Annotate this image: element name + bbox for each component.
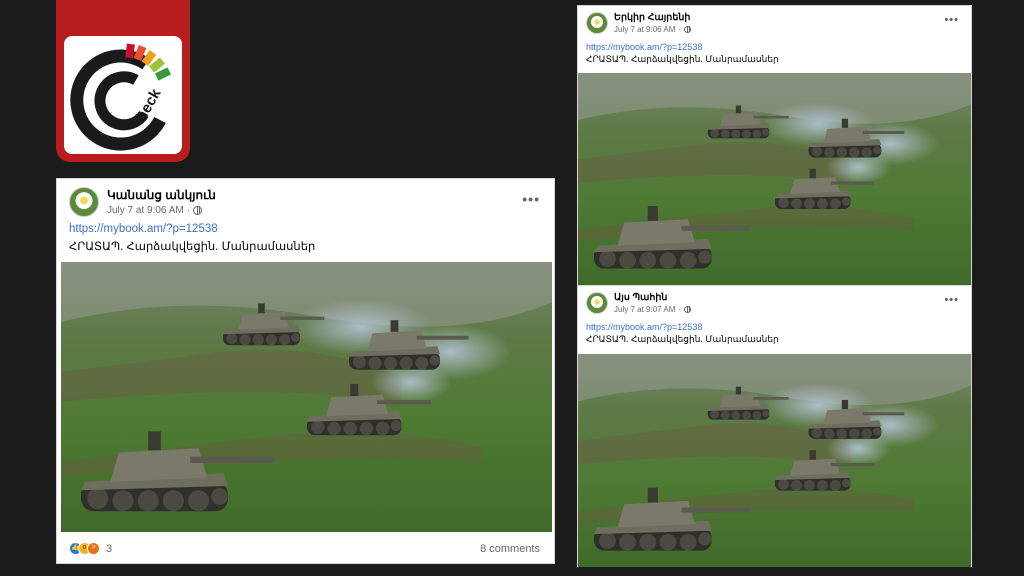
check-logo-icon: heck xyxy=(70,43,172,151)
author-name[interactable]: Այս Պահին xyxy=(614,292,691,303)
reaction-count: 3 xyxy=(106,542,113,555)
post-timestamp[interactable]: July 7 at 9:07 AM xyxy=(614,305,675,314)
factcheck-logo-banner: heck xyxy=(56,0,190,162)
post-meta: July 7 at 9:07 AM · xyxy=(614,305,692,314)
post-link[interactable]: https://mybook.am/?p=12538 xyxy=(69,223,218,235)
post-photo[interactable] xyxy=(61,262,552,532)
more-options-icon[interactable]: ••• xyxy=(944,14,959,26)
post-header: Երկիր Հայրենի July 7 at 9:06 AM · xyxy=(586,12,692,34)
author-name[interactable]: Երկիր Հայրենի xyxy=(614,12,691,23)
post-timestamp[interactable]: July 7 at 9:06 AM xyxy=(107,205,184,216)
post-meta: July 7 at 9:06 AM · xyxy=(107,205,216,216)
avatar[interactable] xyxy=(69,187,99,217)
more-options-icon[interactable]: ••• xyxy=(522,191,540,207)
globe-icon xyxy=(193,206,203,215)
more-options-icon[interactable]: ••• xyxy=(944,294,959,306)
logo-text: heck xyxy=(133,85,165,124)
facebook-post-main: Կանանց անկյուն July 7 at 9:06 AM · ••• h… xyxy=(56,178,555,564)
post-link[interactable]: https://mybook.am/?p=12538 xyxy=(586,42,702,52)
post-photo[interactable] xyxy=(578,354,971,567)
facebook-post-bottom-right: Այս Պահին July 7 at 9:07 AM · ••• https:… xyxy=(577,285,972,567)
author-name[interactable]: Կանանց անկյուն xyxy=(107,188,216,202)
globe-icon xyxy=(684,26,692,33)
post-timestamp[interactable]: July 7 at 9:06 AM xyxy=(614,25,675,34)
angry-reaction-icon: > xyxy=(87,542,100,555)
avatar[interactable] xyxy=(586,12,608,34)
post-photo[interactable] xyxy=(578,73,971,285)
post-meta: July 7 at 9:06 AM · xyxy=(614,25,692,34)
avatar[interactable] xyxy=(586,292,608,314)
post-text: ՀՐԱՏԱՊ. Հարձակվեցին. Մանրամասներ xyxy=(586,334,779,344)
comments-count[interactable]: 8 comments xyxy=(480,543,540,555)
post-header: Այս Պահին July 7 at 9:07 AM · xyxy=(586,292,692,314)
reactions-summary[interactable]: 👍 o > 3 xyxy=(69,542,112,555)
globe-icon xyxy=(684,306,692,313)
post-text: ՀՐԱՏԱՊ. Հարձակվեցին. Մանրամասներ xyxy=(69,241,316,253)
post-header: Կանանց անկյուն July 7 at 9:06 AM · xyxy=(69,187,216,217)
post-text: ՀՐԱՏԱՊ. Հարձակվեցին. Մանրամասներ xyxy=(586,54,779,64)
facebook-post-top-right: Երկիր Հայրենի July 7 at 9:06 AM · ••• ht… xyxy=(577,5,972,285)
factcheck-logo: heck xyxy=(64,36,182,154)
post-link[interactable]: https://mybook.am/?p=12538 xyxy=(586,322,702,332)
